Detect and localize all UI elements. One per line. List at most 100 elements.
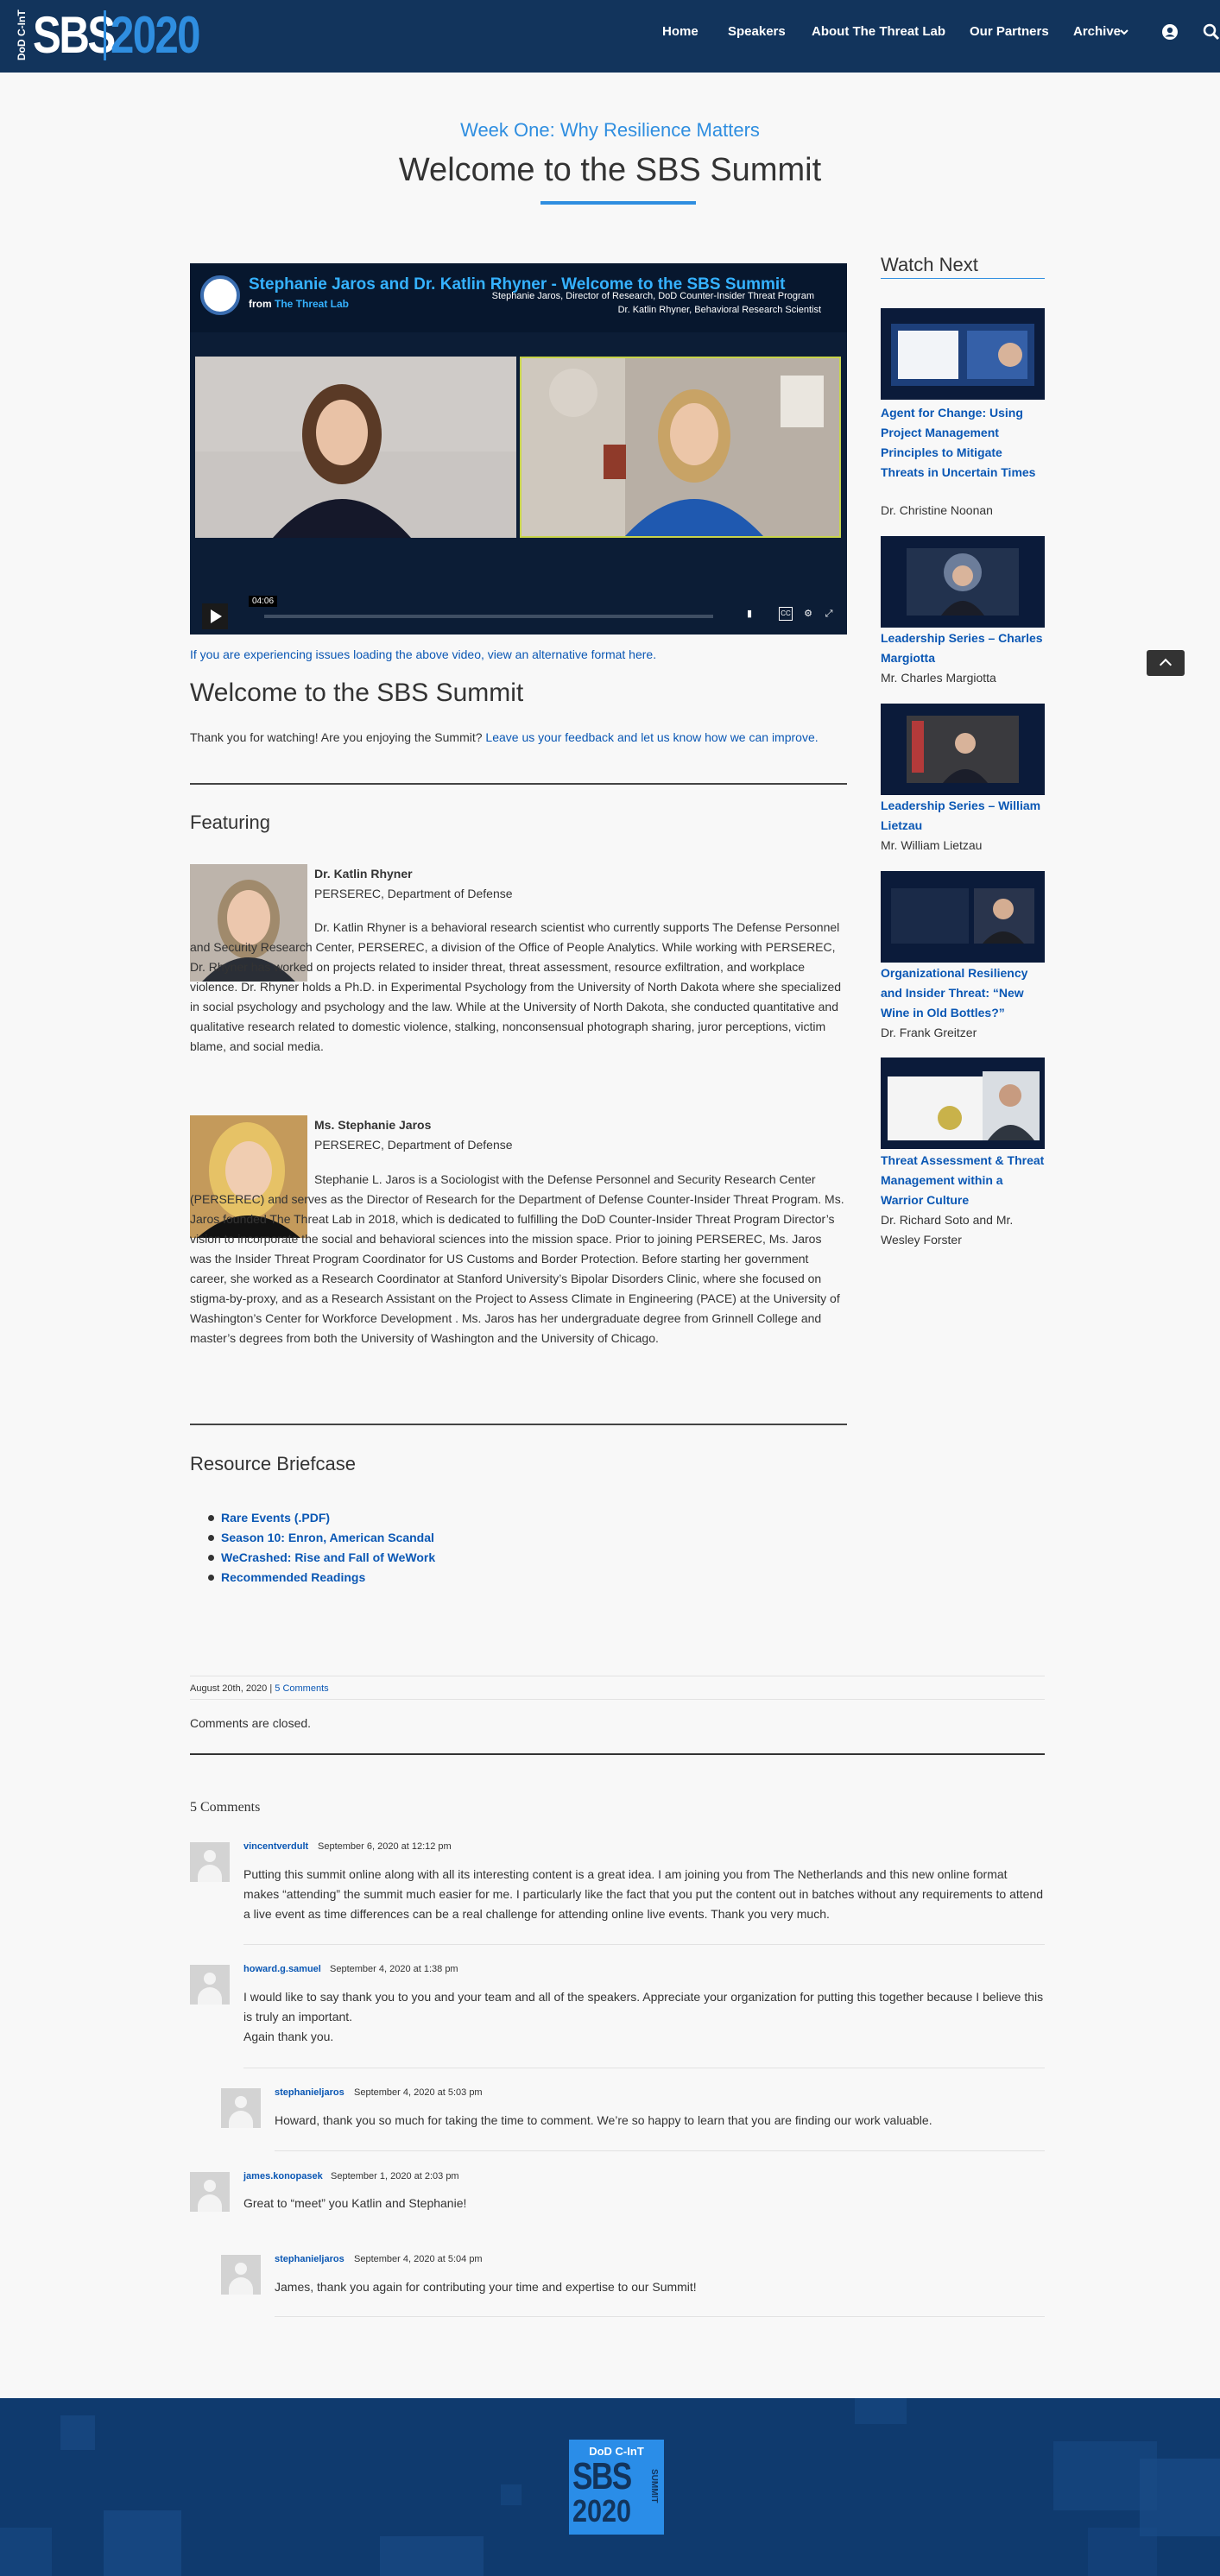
alternative-format-link[interactable]: If you are experiencing issues loading t…: [190, 647, 656, 661]
watch-next-thumbnail[interactable]: [881, 536, 1045, 628]
footer-logo-summit: SUMMIT: [649, 2469, 659, 2503]
comment-author[interactable]: stephanieljaros: [275, 2087, 345, 2098]
comment-date: September 4, 2020 at 1:38 pm: [330, 1964, 458, 1974]
comment-separator: [275, 2150, 1045, 2151]
search-icon[interactable]: [1203, 23, 1220, 41]
settings-gear-icon[interactable]: ⚙: [801, 607, 815, 621]
footer-logo-year: 2020: [572, 2493, 632, 2529]
comment-text: James, thank you again for contributing …: [275, 2280, 697, 2294]
person-bio: Stephanie L. Jaros is a Sociologist with…: [190, 1172, 844, 1345]
comment-date: September 4, 2020 at 5:03 pm: [354, 2087, 483, 2098]
comments-divider: [190, 1753, 1045, 1755]
comment-date: September 1, 2020 at 2:03 pm: [331, 2171, 459, 2181]
watch-next-speaker: Dr. Christine Noonan: [881, 503, 993, 517]
person-bio: Dr. Katlin Rhyner is a behavioral resear…: [190, 920, 842, 1053]
video-subtitle-1: Stephanie Jaros, Director of Research, D…: [491, 291, 814, 301]
video-subtitle-2: Dr. Katlin Rhyner, Behavioral Research S…: [617, 305, 821, 315]
fullscreen-icon[interactable]: ⤢: [822, 607, 836, 621]
watch-next-title[interactable]: Organizational Resiliency and Insider Th…: [881, 963, 1045, 1023]
scroll-to-top-button[interactable]: [1147, 650, 1185, 676]
resource-link[interactable]: Season 10: Enron, American Scandal: [207, 1528, 435, 1548]
video-from-org[interactable]: The Threat Lab: [275, 298, 349, 310]
watch-next-title[interactable]: Threat Assessment & Threat Management wi…: [881, 1151, 1045, 1210]
feedback-link[interactable]: Leave us your feedback and let us know h…: [485, 730, 818, 744]
resource-link[interactable]: WeCrashed: Rise and Fall of WeWork: [207, 1548, 435, 1568]
logo-dod-text: DoD C-InT: [16, 9, 28, 61]
comment-separator: [275, 2316, 1045, 2317]
watch-next-title[interactable]: Agent for Change: Using Project Manageme…: [881, 403, 1045, 483]
video-controls: 04:06 ▮ CC ⚙ ⤢: [190, 591, 847, 635]
nav-about-threat-lab[interactable]: About The Threat Lab: [812, 24, 945, 39]
nav-our-partners[interactable]: Our Partners: [970, 24, 1049, 39]
comment-text: Great to “meet” you Katlin and Stephanie…: [243, 2196, 467, 2210]
person-name: Dr. Katlin Rhyner: [314, 867, 413, 881]
nav-archive[interactable]: Archive: [1073, 24, 1121, 39]
comment-author[interactable]: stephanieljaros: [275, 2254, 345, 2264]
watch-next-title[interactable]: Leadership Series – Charles Margiotta: [881, 628, 1045, 668]
footer-decor: [501, 2484, 522, 2505]
watch-next-thumbnail[interactable]: [881, 704, 1045, 795]
avatar: [190, 1965, 230, 2005]
resource-briefcase-heading: Resource Briefcase: [190, 1453, 356, 1474]
watch-next-underline: [881, 278, 1045, 279]
page-title: Welcome to the SBS Summit: [398, 152, 822, 188]
comment-text: Putting this summit online along with al…: [243, 1867, 1044, 1921]
resource-link[interactable]: Recommended Readings: [207, 1568, 435, 1588]
watch-next-thumbnail[interactable]: [881, 871, 1045, 963]
comment-date: September 4, 2020 at 5:04 pm: [354, 2254, 483, 2264]
nav-speakers[interactable]: Speakers: [728, 24, 786, 39]
avatar: [190, 2172, 230, 2212]
comments-closed-notice: Comments are closed.: [190, 1716, 312, 1730]
intro-text: Thank you for watching! Are you enjoying…: [190, 730, 819, 744]
avatar: [221, 2088, 261, 2128]
post-date: August 20th, 2020: [190, 1683, 268, 1694]
footer-decor: [380, 2536, 484, 2576]
footer-decor: [104, 2510, 181, 2576]
comment-author[interactable]: howard.g.samuel: [243, 1964, 321, 1974]
watch-next-heading: Watch Next: [881, 254, 978, 275]
footer-logo[interactable]: DoD C-InT SBS 2020 SUMMIT: [569, 2440, 664, 2535]
resource-list: Rare Events (.PDF) Season 10: Enron, Ame…: [207, 1508, 435, 1588]
section-divider: [190, 783, 847, 785]
comment-text: Howard, thank you so much for taking the…: [275, 2113, 932, 2127]
watch-next-speaker: Mr. William Lietzau: [881, 838, 983, 852]
comment-author[interactable]: vincentverdult: [243, 1841, 308, 1852]
watch-next-speaker: Mr. Charles Margiotta: [881, 671, 996, 685]
title-underline: [540, 201, 696, 205]
avatar: [221, 2255, 261, 2295]
meta-divider: [190, 1699, 1045, 1700]
watch-next-thumbnail[interactable]: [881, 1058, 1045, 1149]
footer-decor: [1088, 2528, 1157, 2576]
video-time: 04:06: [249, 596, 278, 607]
resource-link[interactable]: Rare Events (.PDF): [207, 1508, 435, 1528]
chevron-down-icon[interactable]: [1119, 27, 1129, 37]
section-divider: [190, 1424, 847, 1425]
video-player[interactable]: Stephanie Jaros and Dr. Katlin Rhyner - …: [190, 263, 847, 635]
watch-next-thumbnail[interactable]: [881, 308, 1045, 400]
featuring-heading: Featuring: [190, 811, 270, 833]
logo-sbs-text[interactable]: SBS: [33, 2, 116, 69]
logo-year-text[interactable]: 2020: [111, 2, 201, 69]
video-from: from The Threat Lab: [249, 298, 350, 310]
nav-home[interactable]: Home: [662, 24, 698, 39]
comment-text: I would like to say thank you to you and…: [243, 1990, 1044, 2043]
video-seal-icon: [200, 275, 240, 315]
logo-separator: [104, 10, 106, 60]
comment-author[interactable]: james.konopasek: [243, 2171, 323, 2181]
comments-count-link[interactable]: 5 Comments: [275, 1683, 328, 1694]
page-kicker: Week One: Why Resilience Matters: [460, 119, 760, 141]
user-icon[interactable]: [1161, 23, 1179, 41]
footer-decor: [855, 2398, 907, 2424]
volume-icon[interactable]: ▮: [743, 607, 756, 621]
person-org: PERSEREC, Department of Defense: [314, 1138, 513, 1152]
comment-separator: [243, 1944, 1045, 1945]
play-icon[interactable]: [202, 603, 228, 629]
watch-next-speaker: Dr. Richard Soto and Mr. Wesley Forster: [881, 1213, 1014, 1247]
watch-next-title[interactable]: Leadership Series – William Lietzau: [881, 796, 1045, 836]
cc-icon[interactable]: CC: [779, 607, 793, 621]
comment-date: September 6, 2020 at 12:12 pm: [318, 1841, 452, 1852]
video-title-bar: Stephanie Jaros and Dr. Katlin Rhyner - …: [190, 263, 847, 332]
comments-heading: 5 Comments: [190, 1800, 261, 1815]
video-progress-bar[interactable]: [264, 615, 713, 618]
footer-decor: [0, 2528, 52, 2576]
